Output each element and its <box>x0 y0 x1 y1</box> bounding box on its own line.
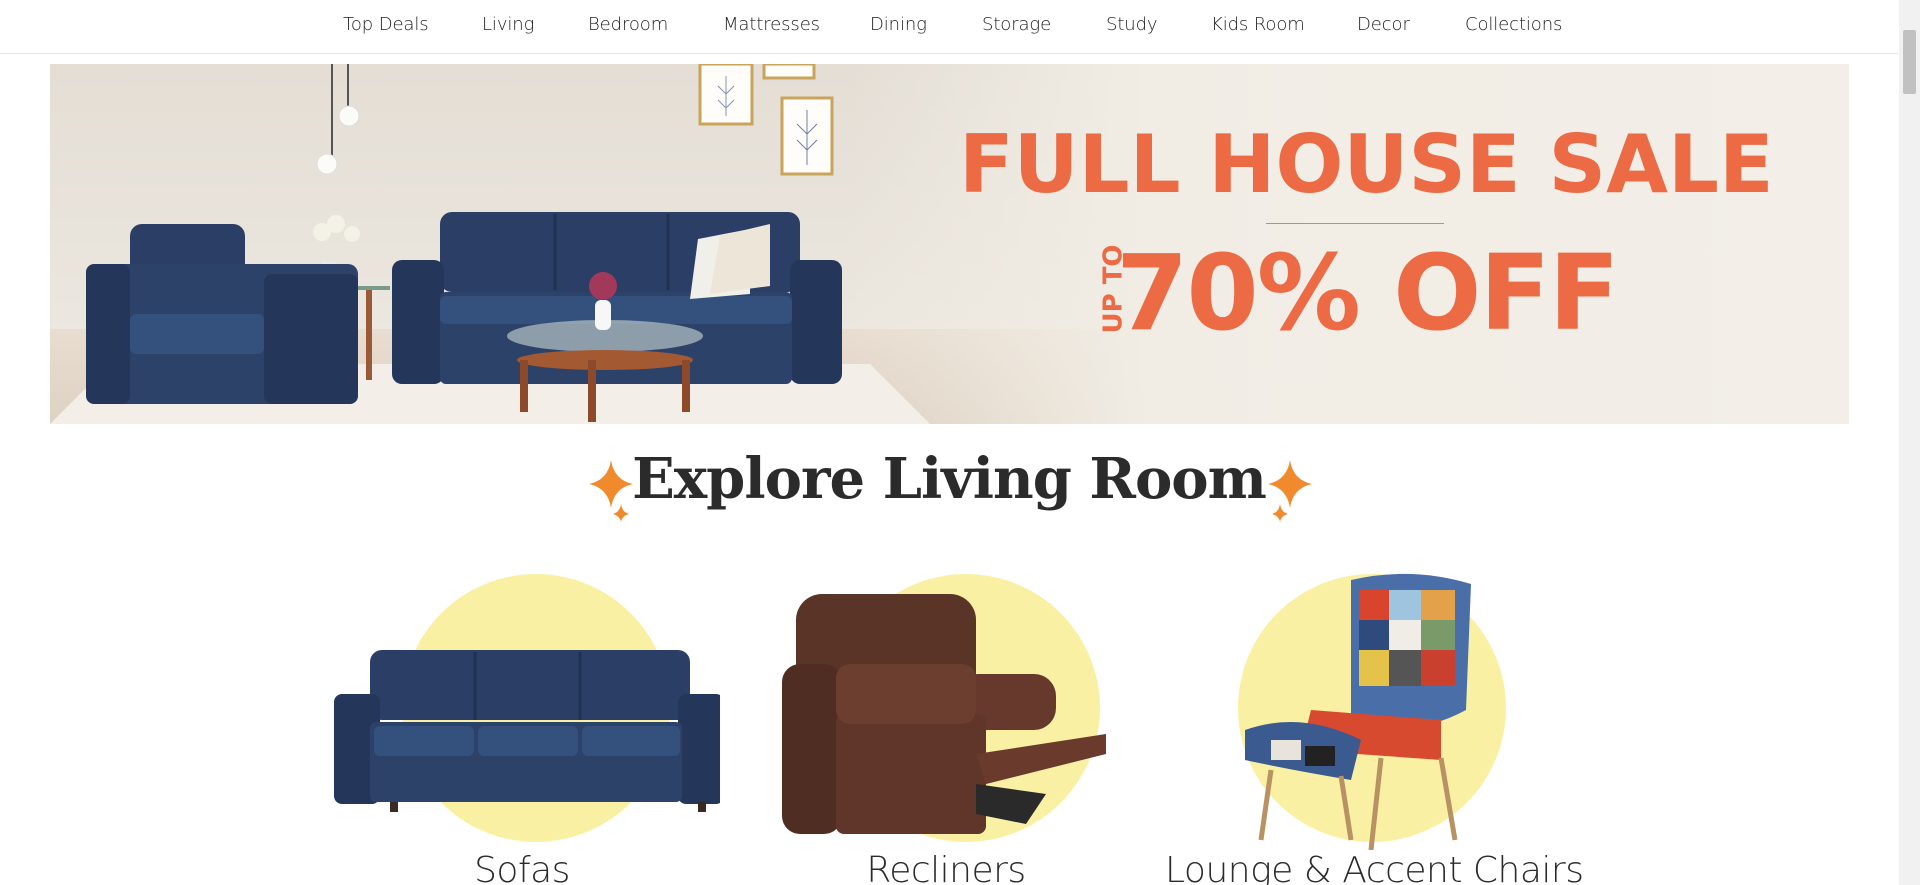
recliner-image <box>782 594 1106 834</box>
sparkle-right-icon <box>1268 460 1312 522</box>
section-title: Explore Living Room <box>632 446 1267 512</box>
nav-storage[interactable]: Storage <box>982 14 1051 35</box>
sale-divider <box>1266 223 1444 224</box>
category-label: Lounge & Accent Chairs <box>1165 850 1584 885</box>
nav-mattresses[interactable]: Mattresses <box>723 14 820 35</box>
nav-living[interactable]: Living <box>482 14 534 35</box>
nav-bedroom[interactable]: Bedroom <box>588 14 668 35</box>
nav-decor[interactable]: Decor <box>1357 14 1410 35</box>
nav-study[interactable]: Study <box>1106 14 1158 35</box>
sofa-image <box>334 650 720 812</box>
nav-top-deals[interactable]: Top Deals <box>343 14 429 35</box>
category-label: Sofas <box>474 850 570 885</box>
nav-kids-room[interactable]: Kids Room <box>1211 14 1305 35</box>
nav-collections[interactable]: Collections <box>1465 14 1562 35</box>
living-room-illustration <box>50 64 930 424</box>
category-label: Recliners <box>866 850 1026 885</box>
top-navigation: Top Deals Living Bedroom Mattresses Dini… <box>0 0 1898 54</box>
sale-discount: 70% OFF <box>1116 232 1620 354</box>
nav-dining[interactable]: Dining <box>870 14 927 35</box>
category-card-lounge-accent-chairs[interactable]: Lounge & Accent Chairs <box>1165 570 1584 885</box>
sale-banner[interactable]: FULL HOUSE SALE UP TO 70% OFF <box>50 64 1849 424</box>
category-card-sofas[interactable]: Sofas <box>322 570 722 885</box>
scrollbar-thumb[interactable] <box>1903 30 1916 94</box>
sale-title: FULL HOUSE SALE <box>959 118 1774 211</box>
category-card-recliners[interactable]: Recliners <box>746 570 1146 885</box>
accent-chair-image <box>1245 573 1471 850</box>
page-scrollbar[interactable] <box>1899 0 1920 885</box>
